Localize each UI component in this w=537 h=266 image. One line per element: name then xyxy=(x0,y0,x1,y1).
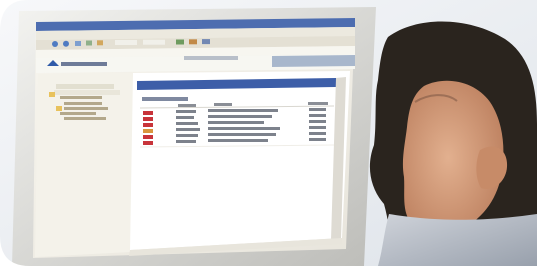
person-shirt xyxy=(378,214,537,266)
left-navigation-pane xyxy=(35,73,133,257)
row-cell xyxy=(176,122,198,125)
history-icon[interactable] xyxy=(176,39,184,45)
row-cell xyxy=(309,138,326,141)
row-cell xyxy=(208,139,268,142)
search-button[interactable] xyxy=(115,40,137,45)
row-cell xyxy=(208,115,272,118)
home-icon[interactable] xyxy=(97,40,103,46)
row-cell xyxy=(208,121,264,124)
row-cell xyxy=(309,108,326,111)
nav-item[interactable] xyxy=(64,117,106,120)
row-cell xyxy=(208,133,276,136)
row-cell xyxy=(309,126,326,129)
nav-item[interactable] xyxy=(64,107,108,110)
row-cell xyxy=(208,127,280,130)
nav-item[interactable] xyxy=(60,112,96,115)
nav-item[interactable] xyxy=(64,102,102,105)
column-header xyxy=(214,103,232,106)
office-photo-scene xyxy=(0,0,537,266)
nav-section-header xyxy=(56,84,114,89)
header-banner xyxy=(272,55,355,67)
row-cell xyxy=(176,140,196,143)
stop-icon[interactable] xyxy=(75,41,81,46)
content-subtitle xyxy=(142,97,188,101)
back-icon[interactable] xyxy=(52,41,58,47)
refresh-icon[interactable] xyxy=(86,40,92,46)
row-cell xyxy=(309,132,326,135)
status-badge xyxy=(143,129,153,133)
folder-icon xyxy=(49,92,55,97)
status-badge xyxy=(143,135,153,139)
row-cell xyxy=(176,110,196,113)
row-cell xyxy=(176,116,194,119)
column-header xyxy=(308,102,328,105)
row-cell xyxy=(309,114,326,117)
status-badge xyxy=(143,123,153,127)
nav-item[interactable] xyxy=(60,96,102,99)
print-icon[interactable] xyxy=(202,39,210,45)
folder-icon xyxy=(56,106,62,111)
forward-icon[interactable] xyxy=(63,40,69,47)
app-logo-wordmark xyxy=(61,62,107,66)
status-badge xyxy=(143,117,153,121)
nav-search-field[interactable] xyxy=(54,90,120,95)
mail-icon[interactable] xyxy=(189,39,197,45)
status-badge xyxy=(143,111,153,115)
column-header xyxy=(178,104,196,107)
row-cell xyxy=(176,128,200,131)
status-badge xyxy=(143,141,153,145)
row-cell xyxy=(208,109,278,112)
row-cell xyxy=(176,134,198,137)
photo-frame xyxy=(0,0,537,266)
favorites-button[interactable] xyxy=(143,39,165,45)
row-cell xyxy=(309,120,326,123)
header-title-text xyxy=(184,56,238,60)
